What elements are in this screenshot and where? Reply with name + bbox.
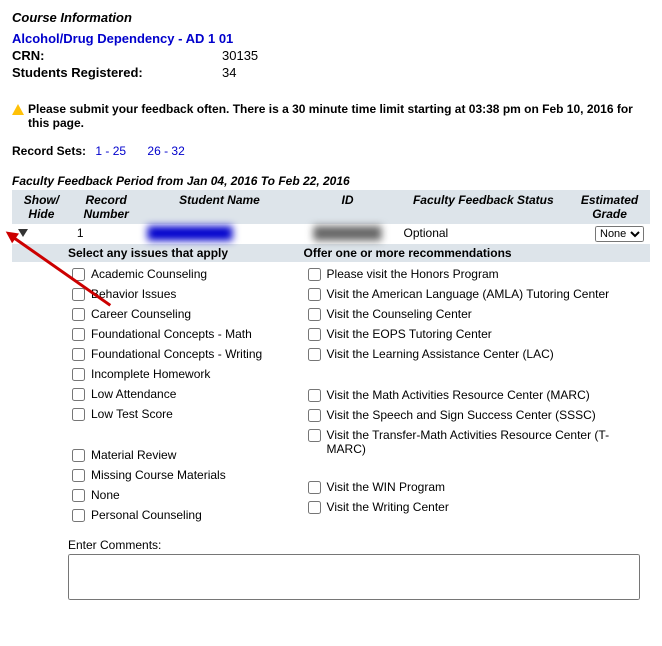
student-id-redacted: ████████ <box>314 226 382 240</box>
issue-checkbox[interactable] <box>72 408 85 421</box>
col-record: Record Number <box>71 190 142 224</box>
recommendation-row: Visit the American Language (AMLA) Tutor… <box>304 287 644 304</box>
recommendation-row: Visit the EOPS Tutoring Center <box>304 327 644 344</box>
crn-label: CRN: <box>12 48 222 63</box>
comments-label: Enter Comments: <box>68 538 644 552</box>
issue-label: Missing Course Materials <box>91 468 226 482</box>
recommendation-row: Visit the Math Activities Resource Cente… <box>304 388 644 405</box>
recommendation-row: Visit the Transfer-Math Activities Resou… <box>304 428 644 456</box>
feedback-period: Faculty Feedback Period from Jan 04, 201… <box>12 174 650 188</box>
issue-row: Incomplete Homework <box>68 367 292 384</box>
issue-row: Career Counseling <box>68 307 292 324</box>
col-grade: Estimated Grade <box>569 190 650 224</box>
issue-label: None <box>91 488 120 502</box>
recommendation-row: Visit the Counseling Center <box>304 307 644 324</box>
alert-text: Please submit your feedback often. There… <box>28 102 650 130</box>
recommendation-checkbox[interactable] <box>308 308 321 321</box>
recommendation-label: Visit the American Language (AMLA) Tutor… <box>327 287 610 301</box>
recommendation-label: Visit the Speech and Sign Success Center… <box>327 408 596 422</box>
issue-label: Behavior Issues <box>91 287 176 301</box>
recommendation-label: Visit the Counseling Center <box>327 307 472 321</box>
recommendation-label: Visit the Learning Assistance Center (LA… <box>327 347 554 361</box>
col-showhide: Show/ Hide <box>12 190 71 224</box>
recommendation-row: Visit the Writing Center <box>304 500 644 517</box>
crn-value: 30135 <box>222 48 258 63</box>
recommendation-checkbox[interactable] <box>308 501 321 514</box>
record-sets-label: Record Sets: <box>12 144 86 158</box>
recommendation-checkbox[interactable] <box>308 429 321 442</box>
record-set-link-1[interactable]: 1 - 25 <box>95 144 126 158</box>
issue-label: Career Counseling <box>91 307 191 321</box>
col-id: ID <box>298 190 398 224</box>
issue-checkbox[interactable] <box>72 509 85 522</box>
recommendation-checkbox[interactable] <box>308 288 321 301</box>
issue-label: Academic Counseling <box>91 267 207 281</box>
recommendation-checkbox[interactable] <box>308 481 321 494</box>
issue-row: Foundational Concepts - Math <box>68 327 292 344</box>
recommendation-checkbox[interactable] <box>308 409 321 422</box>
issue-row: Low Test Score <box>68 407 292 424</box>
issue-checkbox[interactable] <box>72 268 85 281</box>
issue-checkbox[interactable] <box>72 348 85 361</box>
record-set-link-2[interactable]: 26 - 32 <box>147 144 184 158</box>
issue-checkbox[interactable] <box>72 328 85 341</box>
col-status: Faculty Feedback Status <box>398 190 570 224</box>
course-info-header: Course Information <box>12 10 650 25</box>
issue-label: Low Attendance <box>91 387 176 401</box>
issue-checkbox[interactable] <box>72 288 85 301</box>
recommendation-label: Visit the Transfer-Math Activities Resou… <box>327 428 644 456</box>
issues-header: Select any issues that apply <box>12 244 298 262</box>
feedback-status: Optional <box>398 224 570 244</box>
issue-label: Foundational Concepts - Math <box>91 327 252 341</box>
issue-checkbox[interactable] <box>72 368 85 381</box>
students-registered-label: Students Registered: <box>12 65 222 80</box>
course-title-link[interactable]: Alcohol/Drug Dependency - AD 1 01 <box>12 31 233 46</box>
recommendation-label: Visit the WIN Program <box>327 480 445 494</box>
issue-row: Foundational Concepts - Writing <box>68 347 292 364</box>
recommendation-row: Visit the WIN Program <box>304 480 644 497</box>
recommendation-checkbox[interactable] <box>308 389 321 402</box>
comments-textarea[interactable] <box>68 554 640 600</box>
record-number: 1 <box>71 224 142 244</box>
estimated-grade-select[interactable]: None <box>595 226 644 242</box>
issue-label: Incomplete Homework <box>91 367 210 381</box>
issue-row: Low Attendance <box>68 387 292 404</box>
issue-row: Academic Counseling <box>68 267 292 284</box>
recommendation-checkbox[interactable] <box>308 348 321 361</box>
recommendation-label: Visit the EOPS Tutoring Center <box>327 327 492 341</box>
issue-checkbox[interactable] <box>72 388 85 401</box>
recommendations-header: Offer one or more recommendations <box>298 244 650 262</box>
issue-label: Personal Counseling <box>91 508 202 522</box>
students-registered-value: 34 <box>222 65 236 80</box>
issue-checkbox[interactable] <box>72 449 85 462</box>
recommendation-row: Visit the Speech and Sign Success Center… <box>304 408 644 425</box>
issue-row: Personal Counseling <box>68 508 292 525</box>
student-name-redacted: ██████████ <box>147 226 232 240</box>
issue-row: None <box>68 488 292 505</box>
warning-icon <box>12 104 24 115</box>
recommendation-label: Visit the Math Activities Resource Cente… <box>327 388 590 402</box>
issue-label: Material Review <box>91 448 176 462</box>
issue-label: Low Test Score <box>91 407 173 421</box>
issue-row: Missing Course Materials <box>68 468 292 485</box>
issue-label: Foundational Concepts - Writing <box>91 347 262 361</box>
recommendation-row: Visit the Learning Assistance Center (LA… <box>304 347 644 364</box>
recommendation-label: Please visit the Honors Program <box>327 267 499 281</box>
expand-arrow-icon[interactable] <box>18 229 28 237</box>
issue-checkbox[interactable] <box>72 469 85 482</box>
recommendation-checkbox[interactable] <box>308 268 321 281</box>
issue-row: Behavior Issues <box>68 287 292 304</box>
recommendation-checkbox[interactable] <box>308 328 321 341</box>
recommendation-row: Please visit the Honors Program <box>304 267 644 284</box>
recommendation-label: Visit the Writing Center <box>327 500 449 514</box>
col-name: Student Name <box>141 190 297 224</box>
student-row: 1 ██████████ ████████ Optional None <box>12 224 650 244</box>
issue-checkbox[interactable] <box>72 308 85 321</box>
issue-row: Material Review <box>68 448 292 465</box>
issue-checkbox[interactable] <box>72 489 85 502</box>
